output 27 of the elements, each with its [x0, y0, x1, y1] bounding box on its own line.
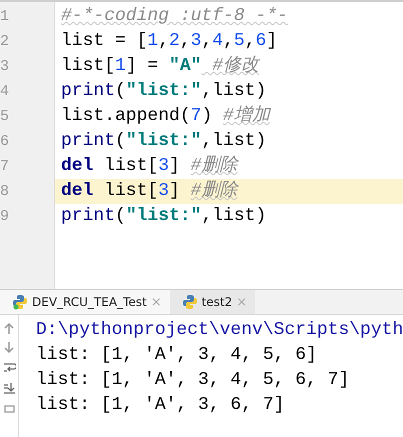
- line-number: 6: [0, 132, 10, 152]
- scroll-to-end-icon[interactable]: [2, 381, 16, 394]
- line-number: 4: [0, 82, 10, 102]
- line-number: 9: [0, 207, 10, 227]
- line-number: 8: [0, 182, 10, 202]
- wrap-icon[interactable]: [2, 361, 16, 374]
- command-line: D:\pythonproject\venv\Scripts\pyth: [36, 319, 403, 342]
- code-line: list.append(7) #增加: [60, 104, 272, 128]
- line-number: 5: [0, 107, 10, 127]
- line-number: 1: [0, 7, 10, 27]
- line-number: 7: [0, 157, 10, 177]
- output-line: list: [1, 'A', 3, 4, 5, 6, 7]: [36, 369, 350, 392]
- line-number: 2: [0, 32, 10, 52]
- code-line: print("list:",list): [60, 205, 268, 228]
- code-line: del list[3] #删除: [60, 154, 240, 178]
- up-arrow-icon[interactable]: [2, 321, 16, 334]
- code-line: print("list:",list): [60, 80, 268, 103]
- output-line: list: [1, 'A', 3, 6, 7]: [36, 394, 286, 417]
- code-line: print("list:",list): [60, 130, 268, 153]
- run-tab[interactable]: DEV_RCU_TEA_Test ×: [0, 290, 170, 314]
- code-line: #-*-coding :utf-8 -*-: [60, 5, 289, 28]
- line-number: 3: [0, 57, 10, 77]
- run-tab[interactable]: test2 ×: [170, 290, 256, 314]
- output-line: list: [1, 'A', 3, 4, 5, 6]: [36, 344, 318, 367]
- code-line: list = [1,2,3,4,5,6]: [60, 30, 278, 53]
- code-line: list[1] = "A" #修改: [60, 54, 261, 78]
- down-arrow-icon[interactable]: [2, 341, 16, 354]
